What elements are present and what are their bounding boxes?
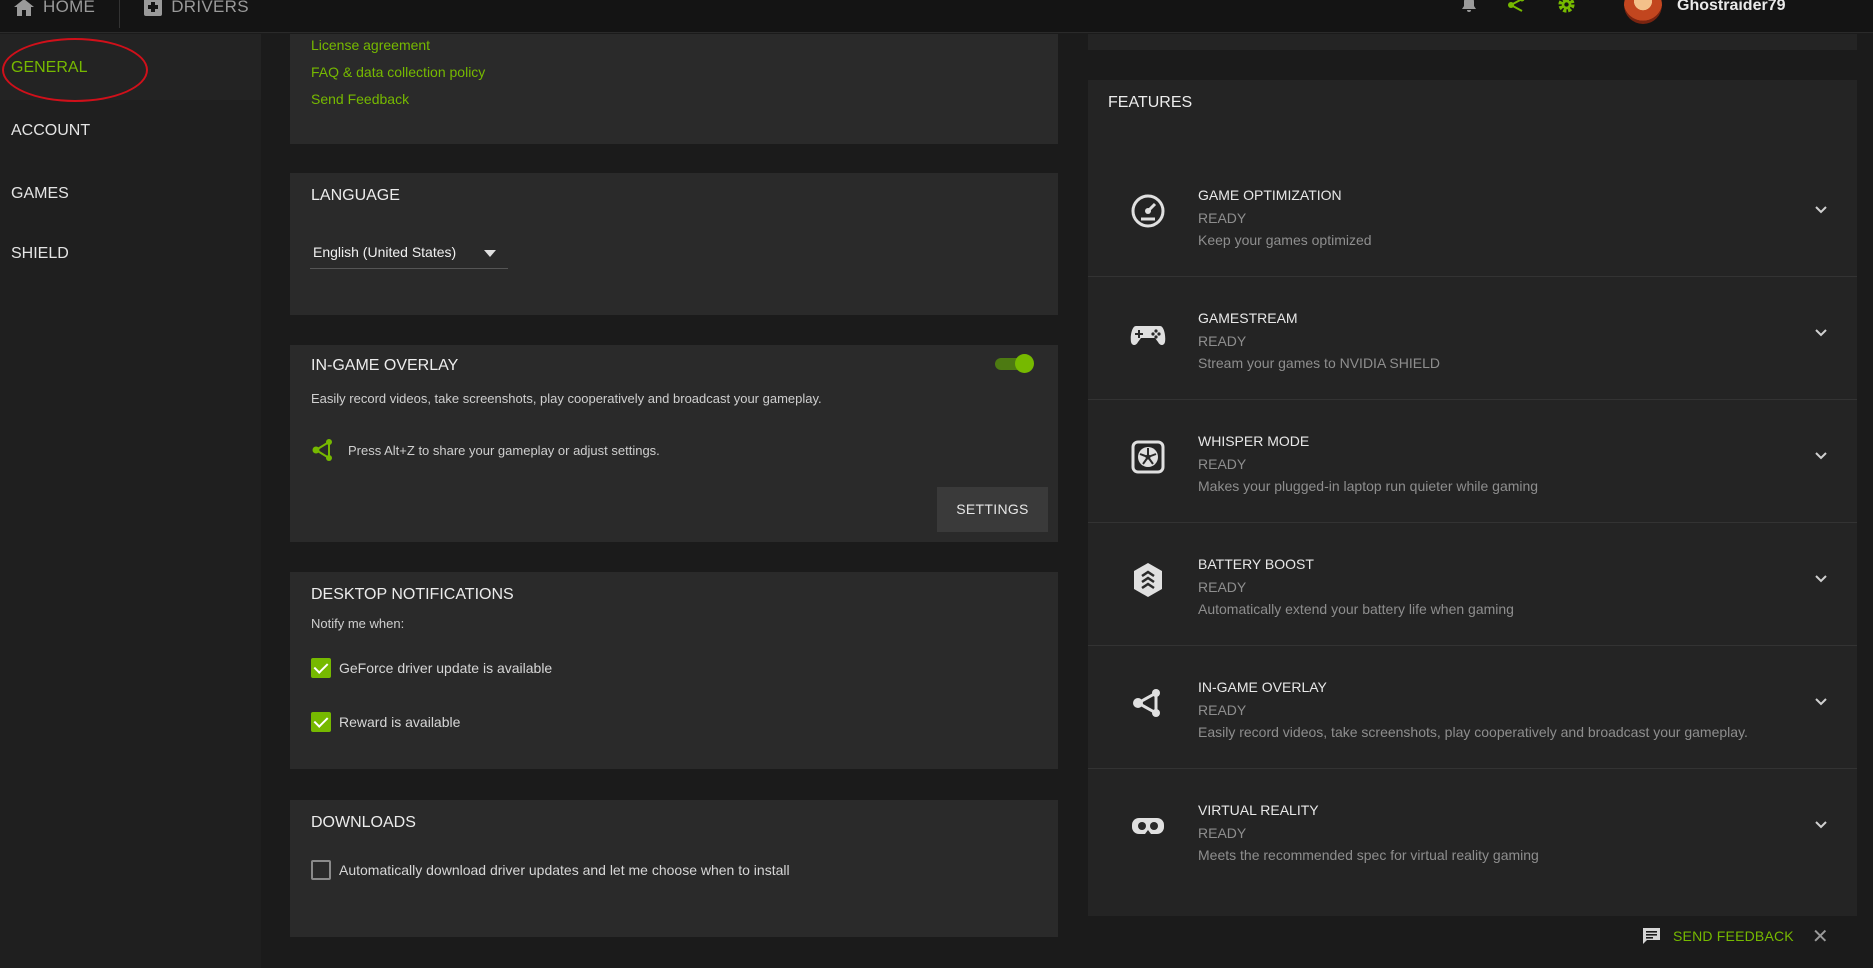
chevron-down-icon[interactable] [1814,573,1828,583]
reward-checkbox[interactable] [311,712,331,732]
sidebar-item-shield[interactable]: SHIELD [0,220,261,280]
sidebar-item-account[interactable]: ACCOUNT [0,100,261,160]
chevron-down-icon[interactable] [1814,450,1828,460]
about-panel: License agreement FAQ & data collection … [290,34,1058,144]
chevron-down-icon[interactable] [1814,204,1828,214]
auto-download-label: Automatically download driver updates an… [339,862,790,878]
feature-status: READY [1198,579,1247,595]
settings-gear-icon[interactable] [1557,0,1576,19]
feature-whisper-mode[interactable]: WHISPER MODE READY Makes your plugged-in… [1088,400,1857,523]
feature-description: Stream your games to NVIDIA SHIELD [1198,355,1440,371]
feature-name: BATTERY BOOST [1198,556,1314,572]
chevron-down-icon [484,250,496,257]
feature-gamestream[interactable]: GAMESTREAM READY Stream your games to NV… [1088,277,1857,400]
feature-game-optimization[interactable]: GAME OPTIMIZATION READY Keep your games … [1088,154,1857,277]
overlay-toggle[interactable] [995,354,1034,373]
overlay-settings-button[interactable]: SETTINGS [937,487,1048,532]
feature-description: Easily record videos, take screenshots, … [1198,724,1748,740]
downloads-title: DOWNLOADS [311,814,416,831]
gamepad-icon [1128,314,1168,354]
feature-status: READY [1198,825,1247,841]
language-selected: English (United States) [313,244,457,260]
language-title: LANGUAGE [311,187,400,204]
share-icon [1128,683,1168,723]
reward-label: Reward is available [339,714,461,730]
feature-name: GAMESTREAM [1198,310,1298,326]
drivers-icon [144,0,163,16]
share-icon[interactable] [1508,0,1526,18]
feature-status: READY [1198,210,1247,226]
auto-download-checkbox[interactable] [311,860,331,880]
top-bar: HOME DRIVERS Ghostraider79 [0,0,1873,33]
notifications-icon[interactable] [1461,0,1477,17]
toggle-knob [1015,354,1034,373]
nav-divider [119,0,121,28]
overlay-title: IN-GAME OVERLAY [311,357,459,374]
feature-description: Meets the recommended spec for virtual r… [1198,847,1539,863]
sidebar-item-games[interactable]: GAMES [0,160,261,220]
driver-update-label: GeForce driver update is available [339,660,553,676]
nav-home[interactable]: HOME [14,0,95,17]
feature-battery-boost[interactable]: BATTERY BOOST READY Automatically extend… [1088,523,1857,646]
overlay-description: Easily record videos, take screenshots, … [311,391,822,406]
notifications-subtitle: Notify me when: [311,616,405,631]
send-feedback-bar: SEND FEEDBACK ✕ [1642,917,1842,955]
feature-name: WHISPER MODE [1198,433,1310,449]
sidebar-item-general[interactable]: GENERAL [0,34,261,100]
close-icon[interactable]: ✕ [1812,924,1829,949]
home-icon [14,0,34,16]
feature-name: IN-GAME OVERLAY [1198,679,1327,695]
chevron-down-icon[interactable] [1814,819,1828,829]
feature-name: GAME OPTIMIZATION [1198,187,1342,203]
feedback-chat-icon [1643,928,1660,944]
send-feedback-link[interactable]: Send Feedback [311,88,485,115]
features-top-strip [1088,34,1857,50]
nav-drivers[interactable]: DRIVERS [144,0,249,17]
vr-headset-icon [1128,806,1168,846]
feature-description: Makes your plugged-in laptop run quieter… [1198,478,1539,494]
notifications-title: DESKTOP NOTIFICATIONS [311,586,514,603]
battery-boost-icon [1128,560,1168,600]
faq-link[interactable]: FAQ & data collection policy [311,61,485,88]
fan-icon [1128,437,1168,477]
sidebar: GENERAL ACCOUNT GAMES SHIELD [0,34,261,968]
nav-drivers-label: DRIVERS [171,0,249,16]
feature-name: VIRTUAL REALITY [1198,802,1319,818]
send-feedback-button[interactable]: SEND FEEDBACK [1673,928,1794,944]
driver-update-checkbox[interactable] [311,658,331,678]
feature-virtual-reality[interactable]: VIRTUAL REALITY READY Meets the recommen… [1088,769,1857,892]
nav-home-label: HOME [43,0,96,16]
language-dropdown[interactable]: English (United States) [310,235,508,269]
feature-status: READY [1198,456,1247,472]
license-agreement-link[interactable]: License agreement [311,34,485,61]
feature-status: READY [1198,333,1247,349]
feature-description: Keep your games optimized [1198,232,1372,248]
feature-status: READY [1198,702,1247,718]
features-panel: FEATURES GAME OPTIMIZATION READY Keep yo… [1088,80,1857,916]
features-title: FEATURES [1108,94,1193,111]
overlay-hint: Press Alt+Z to share your gameplay or ad… [348,443,660,458]
top-nav: HOME DRIVERS [14,0,249,28]
chevron-down-icon[interactable] [1814,327,1828,337]
username[interactable]: Ghostraider79 [1677,0,1785,15]
feature-in-game-overlay[interactable]: IN-GAME OVERLAY READY Easily record vide… [1088,646,1857,769]
chevron-down-icon[interactable] [1814,696,1828,706]
feature-description: Automatically extend your battery life w… [1198,601,1514,617]
share-icon [311,438,335,467]
avatar[interactable] [1624,0,1662,24]
speedometer-icon [1128,191,1168,231]
